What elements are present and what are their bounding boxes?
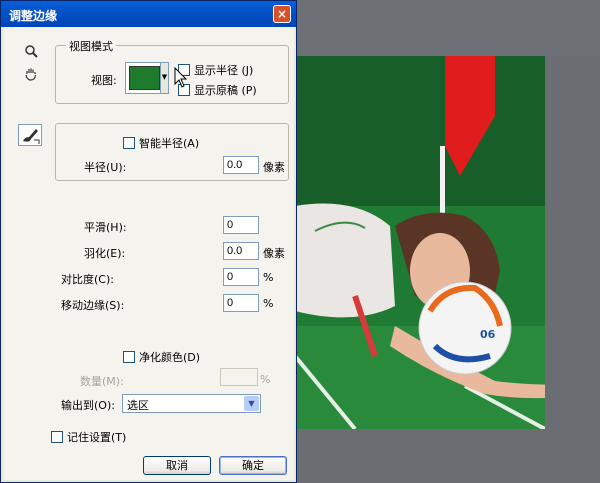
- decontaminate-label: 净化颜色(D): [139, 351, 201, 364]
- body-painted-jersey: [295, 203, 395, 318]
- output-to-value: 选区: [127, 399, 149, 412]
- refine-brush-icon: [23, 129, 40, 144]
- smart-radius-label: 智能半径(A): [139, 137, 200, 150]
- smart-radius-checkbox[interactable]: [123, 137, 135, 149]
- remember-settings-checkbox[interactable]: [51, 431, 63, 443]
- view-label: 视图:: [91, 74, 117, 87]
- feather-input[interactable]: [223, 242, 259, 260]
- chevron-down-icon: ▼: [244, 396, 259, 411]
- view-thumbnail: [129, 66, 160, 90]
- radius-label: 半径(U):: [84, 161, 127, 174]
- cancel-button[interactable]: 取消: [143, 456, 211, 475]
- output-to-select[interactable]: 选区 ▼: [122, 394, 261, 413]
- view-mode-legend: 视图模式: [66, 38, 116, 54]
- amount-unit: %: [260, 373, 271, 386]
- canvas-bottom-margin: [295, 429, 600, 483]
- close-button[interactable]: ×: [273, 5, 291, 23]
- radius-input[interactable]: [223, 156, 259, 174]
- show-original-label: 显示原稿 (P): [194, 84, 257, 97]
- smooth-label: 平滑(H):: [84, 221, 127, 234]
- view-mode-picker[interactable]: ▼: [125, 62, 169, 94]
- show-radius-label: 显示半径 (J): [194, 64, 254, 77]
- contrast-label: 对比度(C):: [61, 273, 114, 286]
- output-to-label: 输出到(O):: [61, 399, 115, 412]
- amount-input[interactable]: [220, 368, 258, 386]
- magnifier-icon-svg: [25, 45, 38, 58]
- dialog-client: 视图模式 视图: ▼ 显示半径 (J) 显示原稿 (P) 智能半径(A) 半径(…: [4, 27, 294, 480]
- contrast-input[interactable]: [223, 268, 259, 286]
- feather-unit: 像素: [263, 247, 285, 260]
- refine-brush-button[interactable]: [18, 124, 42, 146]
- feather-label: 羽化(E):: [84, 247, 126, 260]
- canvas-right-margin: [545, 56, 600, 483]
- shift-edge-unit: %: [263, 297, 274, 310]
- radius-unit: 像素: [263, 161, 285, 174]
- ball-print: 06: [480, 328, 496, 341]
- dialog-title: 调整边缘: [9, 9, 58, 23]
- hand-icon[interactable]: [22, 67, 40, 85]
- chevron-down-icon: ▼: [160, 63, 168, 93]
- contrast-unit: %: [263, 271, 274, 284]
- dialog-titlebar[interactable]: 调整边缘 ×: [1, 1, 296, 27]
- hand-icon-svg: [25, 68, 37, 81]
- decontaminate-checkbox[interactable]: [123, 351, 135, 363]
- magnifier-icon[interactable]: [22, 44, 40, 62]
- remember-settings-label: 记住设置(T): [67, 431, 127, 444]
- smooth-input[interactable]: [223, 216, 259, 234]
- shift-edge-input[interactable]: [223, 294, 259, 312]
- ok-button[interactable]: 确定: [219, 456, 287, 475]
- canvas-top-margin: [295, 0, 600, 56]
- amount-label: 数量(M):: [80, 375, 124, 388]
- shift-edge-label: 移动边缘(S):: [61, 299, 125, 312]
- refine-edge-dialog: 调整边缘 × 视图模式 视图: ▼ 显示半径 (J) 显示原稿 (P) 智能半径…: [0, 0, 297, 483]
- mouse-cursor-icon: [174, 67, 188, 88]
